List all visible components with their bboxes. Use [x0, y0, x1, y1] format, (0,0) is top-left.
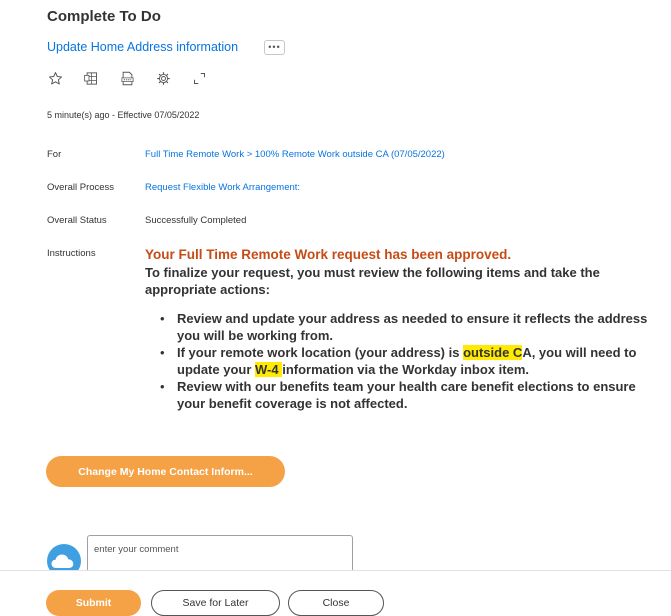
save-for-later-button[interactable]: Save for Later — [151, 590, 280, 616]
overall-status-label: Overall Status — [47, 215, 107, 226]
instruction-item: Review and update your address as needed… — [160, 310, 665, 344]
instructions-content: Your Full Time Remote Work request has b… — [145, 246, 665, 412]
instructions-list: Review and update your address as needed… — [145, 310, 665, 412]
overall-process-label: Overall Process — [47, 182, 115, 193]
for-value-link[interactable]: Full Time Remote Work > 100% Remote Work… — [145, 149, 445, 160]
instructions-label: Instructions — [47, 248, 96, 259]
settings-icon[interactable] — [155, 70, 172, 87]
toolbar — [47, 70, 208, 87]
instructions-intro: To finalize your request, you must revie… — [145, 265, 600, 297]
overall-status-value: Successfully Completed — [145, 215, 247, 226]
instruction-item: If your remote work location (your addre… — [160, 344, 665, 378]
footer-bar: Submit Save for Later Close — [0, 570, 671, 616]
star-icon[interactable] — [47, 70, 64, 87]
pdf-icon[interactable] — [119, 70, 136, 87]
instruction-item: Review with our benefits team your healt… — [160, 378, 665, 412]
page-title: Complete To Do — [47, 8, 161, 25]
overall-process-link[interactable]: Request Flexible Work Arrangement: — [145, 182, 300, 193]
task-title-link[interactable]: Update Home Address information — [47, 40, 238, 54]
excel-icon[interactable] — [83, 70, 100, 87]
instructions-heading: Your Full Time Remote Work request has b… — [145, 247, 512, 262]
related-actions-button[interactable]: ••• — [264, 40, 285, 55]
highlighted-text: outside C — [463, 345, 523, 360]
instruction-text: If your remote work location (your addre… — [177, 345, 464, 360]
change-home-contact-button[interactable]: Change My Home Contact Inform... — [46, 456, 285, 487]
instruction-text: information via the Workday inbox item. — [282, 362, 529, 377]
for-label: For — [47, 149, 62, 160]
timestamp-effective-date: 5 minute(s) ago - Effective 07/05/2022 — [47, 110, 200, 120]
submit-button[interactable]: Submit — [46, 590, 141, 616]
highlighted-text: W-4 — [255, 362, 283, 377]
close-button[interactable]: Close — [288, 590, 384, 616]
expand-icon[interactable] — [191, 70, 208, 87]
